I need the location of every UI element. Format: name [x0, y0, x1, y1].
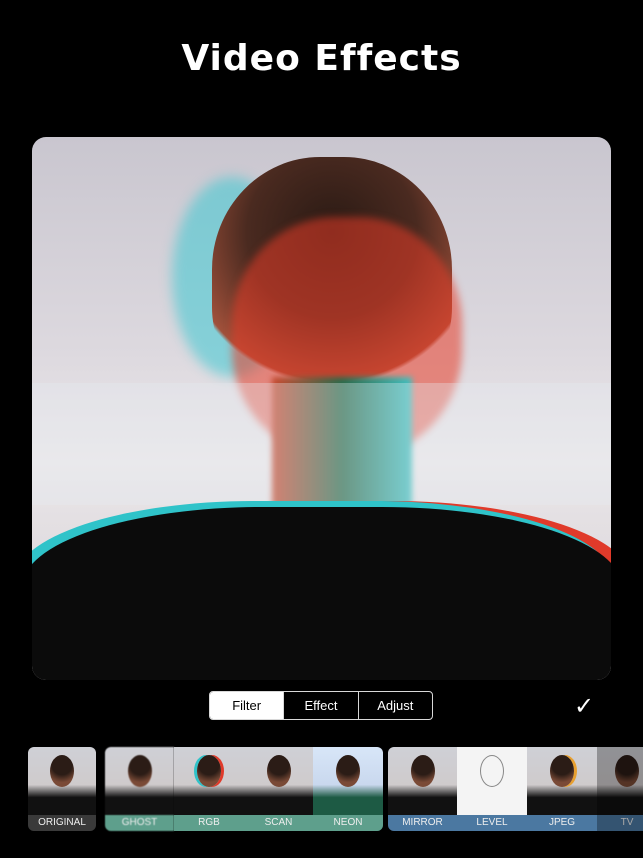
video-preview	[32, 137, 611, 680]
filter-ghost[interactable]: GHOST	[105, 747, 174, 831]
filter-rgb[interactable]: RGB	[174, 747, 244, 831]
filter-neon[interactable]: NEON	[313, 747, 383, 831]
mode-segmented-control[interactable]: Filter Effect Adjust	[209, 691, 433, 720]
tab-adjust[interactable]: Adjust	[357, 692, 432, 719]
filter-level[interactable]: LEVEL	[457, 747, 527, 831]
filter-jpeg[interactable]: JPEG	[527, 747, 597, 831]
filter-mirror[interactable]: MIRROR	[388, 747, 457, 831]
page-title: Video Effects	[181, 38, 462, 79]
filter-tv[interactable]: TV	[597, 747, 643, 831]
checkmark-icon[interactable]: ✓	[574, 692, 594, 721]
tab-effect[interactable]: Effect	[283, 692, 357, 719]
tab-filter[interactable]: Filter	[210, 692, 284, 719]
filter-original[interactable]: ORIGINAL	[28, 747, 96, 831]
filter-scan[interactable]: SCAN	[244, 747, 313, 831]
